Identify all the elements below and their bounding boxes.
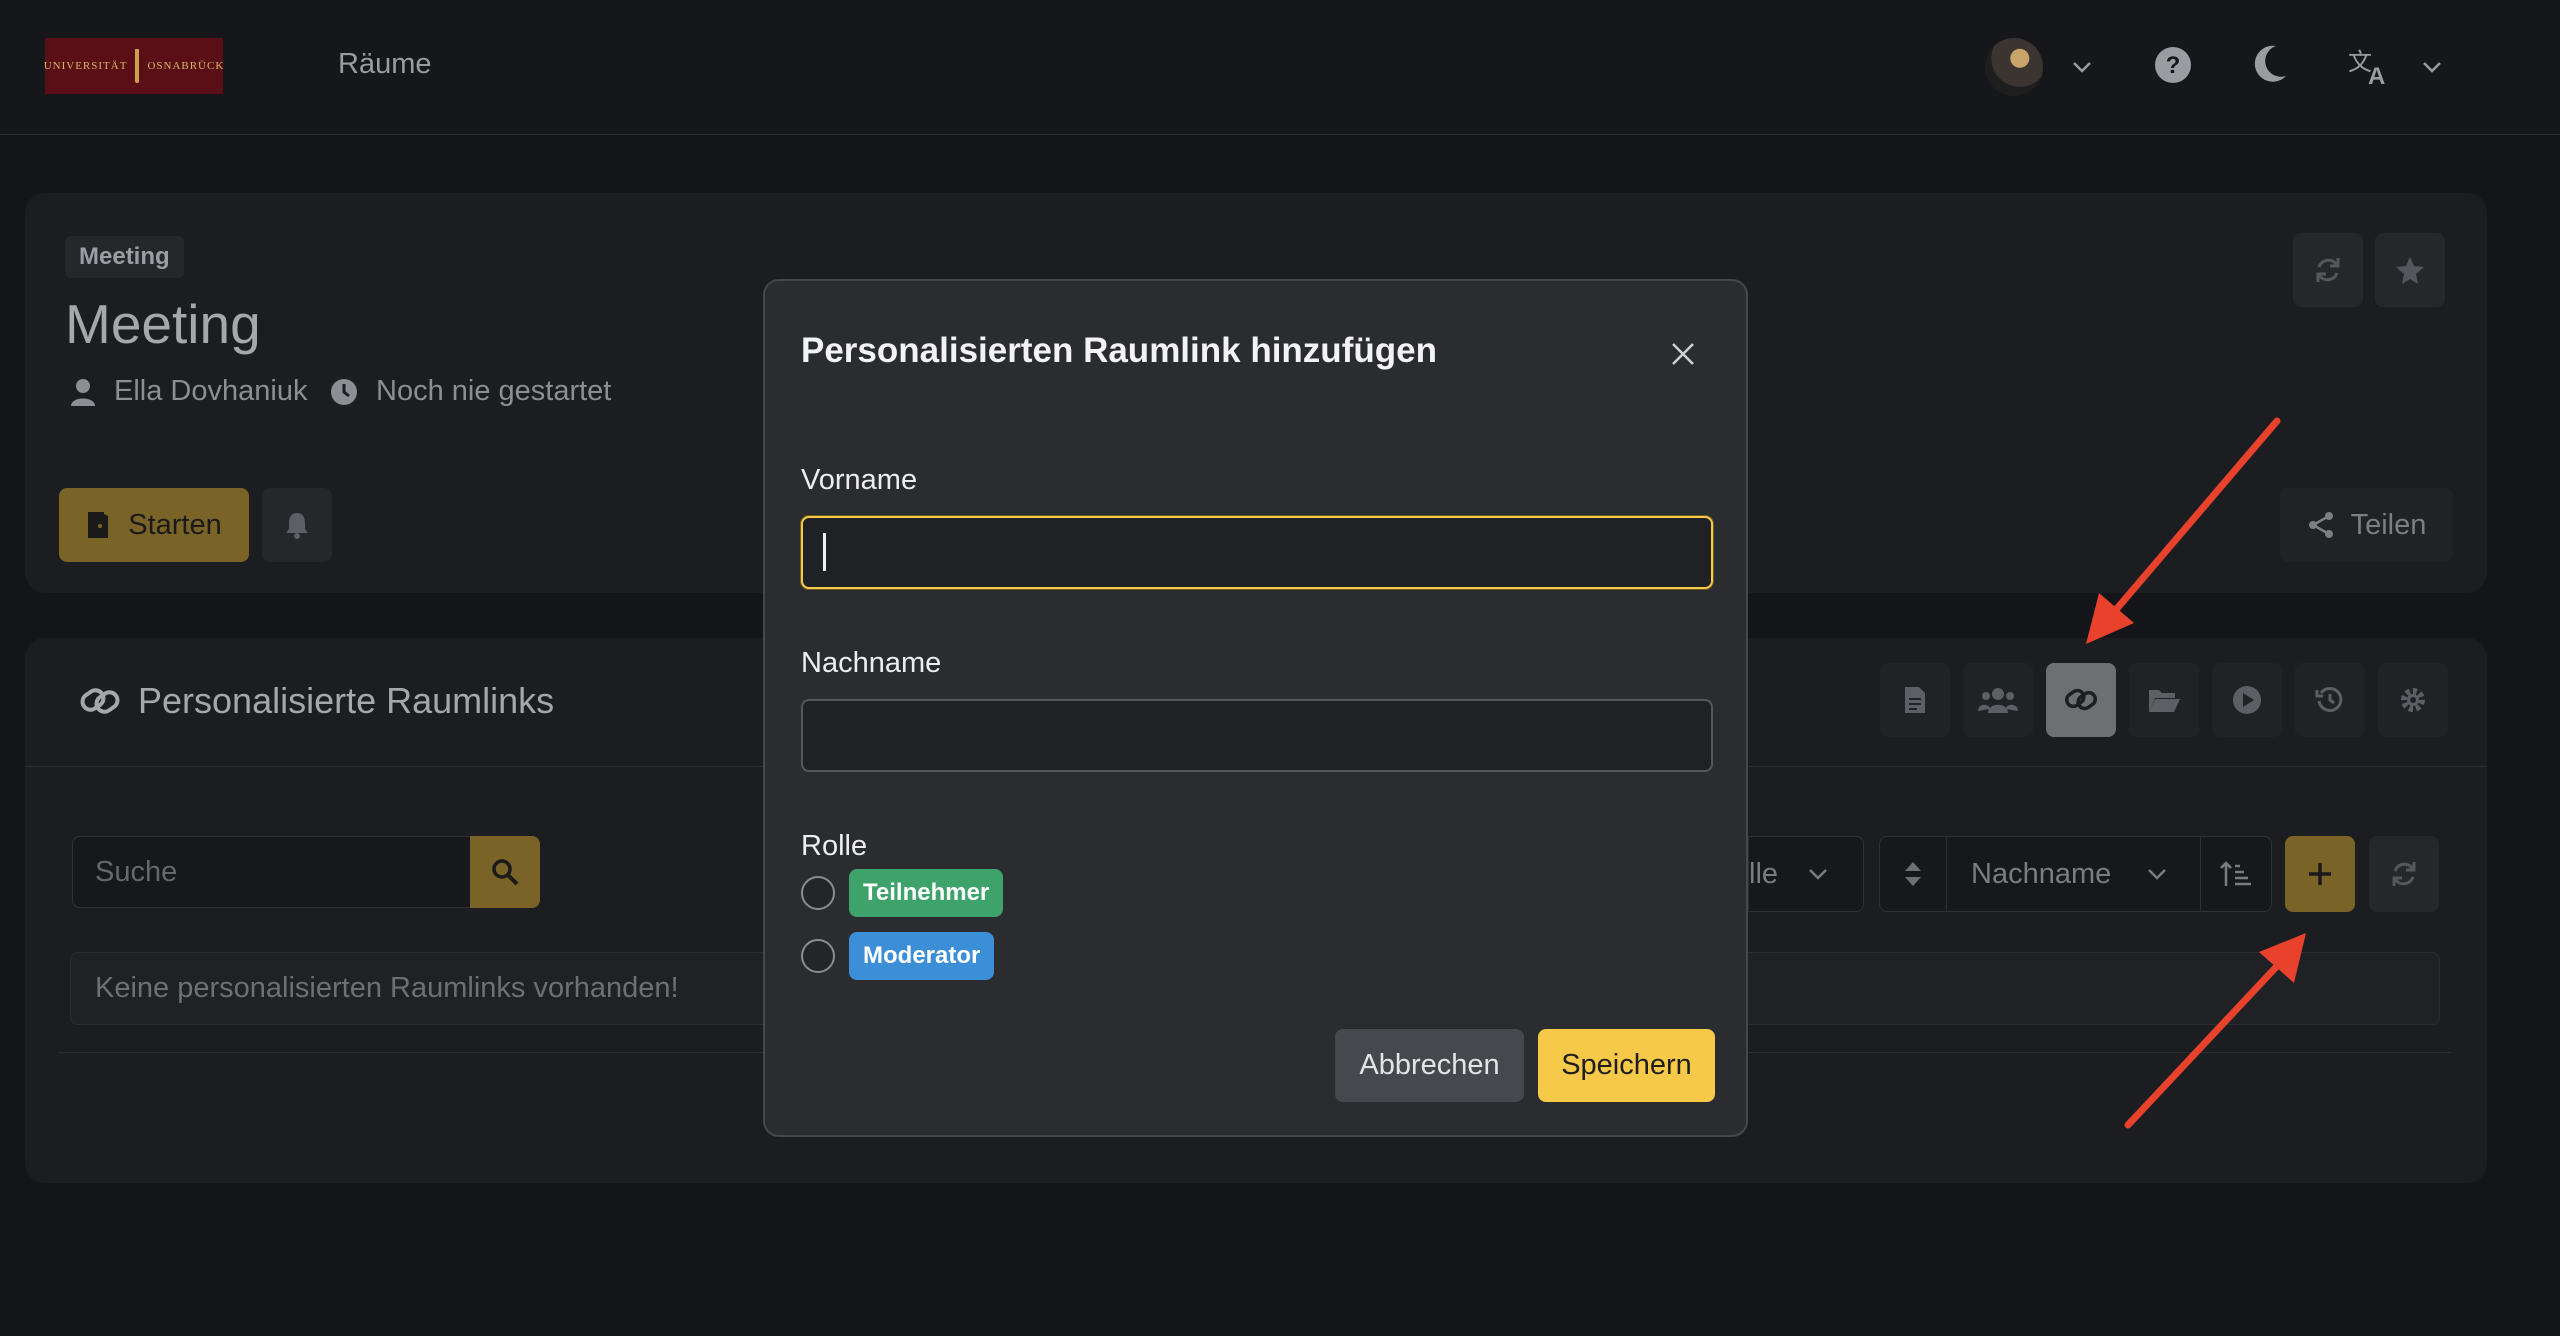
- sort-field-select[interactable]: Nachname: [1946, 836, 2201, 912]
- room-type-badge: Meeting: [65, 236, 184, 278]
- page-title: Meeting: [65, 293, 261, 355]
- room-status: Noch nie gestartet: [330, 375, 611, 408]
- close-button[interactable]: [1663, 334, 1703, 374]
- star-icon: [2396, 257, 2424, 284]
- sort-icon-box: [1879, 836, 1947, 912]
- tab-personal-links[interactable]: [2046, 663, 2116, 737]
- sort-direction-button[interactable]: [2200, 836, 2272, 912]
- file-icon: [1905, 687, 1925, 713]
- lastname-input[interactable]: [801, 699, 1713, 772]
- svg-text:?: ?: [2166, 52, 2181, 79]
- share-icon: [2308, 512, 2333, 538]
- section-title: Personalisierte Raumlinks: [80, 680, 554, 722]
- lastname-label: Nachname: [801, 647, 942, 679]
- svg-text:A: A: [2368, 63, 2385, 86]
- tab-members[interactable]: [1963, 663, 2033, 737]
- role-option-participant[interactable]: Teilnehmer: [801, 869, 1004, 917]
- search-icon: [492, 859, 519, 886]
- modal-title: Personalisierten Raumlink hinzufügen: [801, 331, 1437, 370]
- sort-icon: [1905, 862, 1921, 886]
- bell-icon: [286, 513, 308, 539]
- tab-files[interactable]: [2129, 663, 2199, 737]
- refresh-icon: [2316, 258, 2340, 282]
- university-logo[interactable]: UNIVERSITÄT OSNABRÜCK: [44, 38, 223, 94]
- radio-participant[interactable]: [801, 876, 835, 910]
- tab-description[interactable]: [1880, 663, 1950, 737]
- door-icon: [88, 512, 109, 538]
- plus-icon: [2309, 863, 2331, 885]
- cancel-button[interactable]: Abbrechen: [1335, 1029, 1524, 1102]
- add-link-button[interactable]: [2285, 836, 2355, 912]
- nav-link-rooms[interactable]: Räume: [338, 48, 432, 81]
- user-menu-chevron-down-icon[interactable]: [2070, 55, 2094, 79]
- role-label: Rolle: [801, 830, 868, 862]
- history-icon: [2315, 686, 2343, 712]
- start-button[interactable]: Starten: [59, 488, 249, 562]
- text-caret: [823, 533, 826, 571]
- close-icon: [1672, 343, 1694, 365]
- user-icon: [71, 378, 95, 406]
- favorite-button[interactable]: [2375, 233, 2445, 307]
- room-owner: Ella Dovhaniuk: [70, 375, 307, 408]
- refresh-icon: [2392, 862, 2416, 886]
- search-input[interactable]: Suche: [72, 836, 472, 908]
- clock-icon: [331, 378, 357, 405]
- firstname-input[interactable]: [801, 516, 1713, 589]
- folder-open-icon: [2149, 690, 2180, 712]
- save-button[interactable]: Speichern: [1538, 1029, 1715, 1102]
- users-icon: [1978, 688, 2018, 713]
- tab-history[interactable]: [2295, 663, 2365, 737]
- tab-settings[interactable]: [2378, 663, 2448, 737]
- participant-badge: Teilnehmer: [849, 869, 1004, 917]
- reload-links-button[interactable]: [2369, 836, 2439, 912]
- link-icon: [80, 688, 120, 714]
- tab-recordings[interactable]: [2212, 663, 2282, 737]
- help-icon[interactable]: ?: [2154, 46, 2192, 84]
- gear-icon: [2401, 688, 2425, 712]
- chevron-down-icon: [2148, 869, 2167, 880]
- translate-icon[interactable]: 文 A: [2348, 46, 2392, 86]
- sort-amount-icon: [2220, 861, 2251, 886]
- moon-icon[interactable]: [2252, 44, 2288, 84]
- language-chevron-down-icon[interactable]: [2420, 55, 2444, 79]
- radio-moderator[interactable]: [801, 939, 835, 973]
- notify-button[interactable]: [262, 488, 332, 562]
- moderator-badge: Moderator: [849, 932, 995, 980]
- firstname-label: Vorname: [801, 464, 918, 496]
- link-icon: [2064, 688, 2098, 711]
- avatar[interactable]: [1985, 38, 2043, 96]
- chevron-down-icon: [1809, 869, 1827, 880]
- search-button[interactable]: [470, 836, 540, 908]
- reload-room-button[interactable]: [2293, 233, 2363, 307]
- role-filter-select[interactable]: lle: [1748, 836, 1864, 912]
- top-navbar: UNIVERSITÄT OSNABRÜCK Räume ? 文 A: [0, 0, 2560, 135]
- share-button[interactable]: Teilen: [2280, 488, 2453, 562]
- add-link-modal: Personalisierten Raumlink hinzufügen Vor…: [763, 279, 1748, 1137]
- role-option-moderator[interactable]: Moderator: [801, 932, 995, 980]
- crest-icon: [135, 49, 140, 83]
- play-circle-icon: [2233, 686, 2261, 714]
